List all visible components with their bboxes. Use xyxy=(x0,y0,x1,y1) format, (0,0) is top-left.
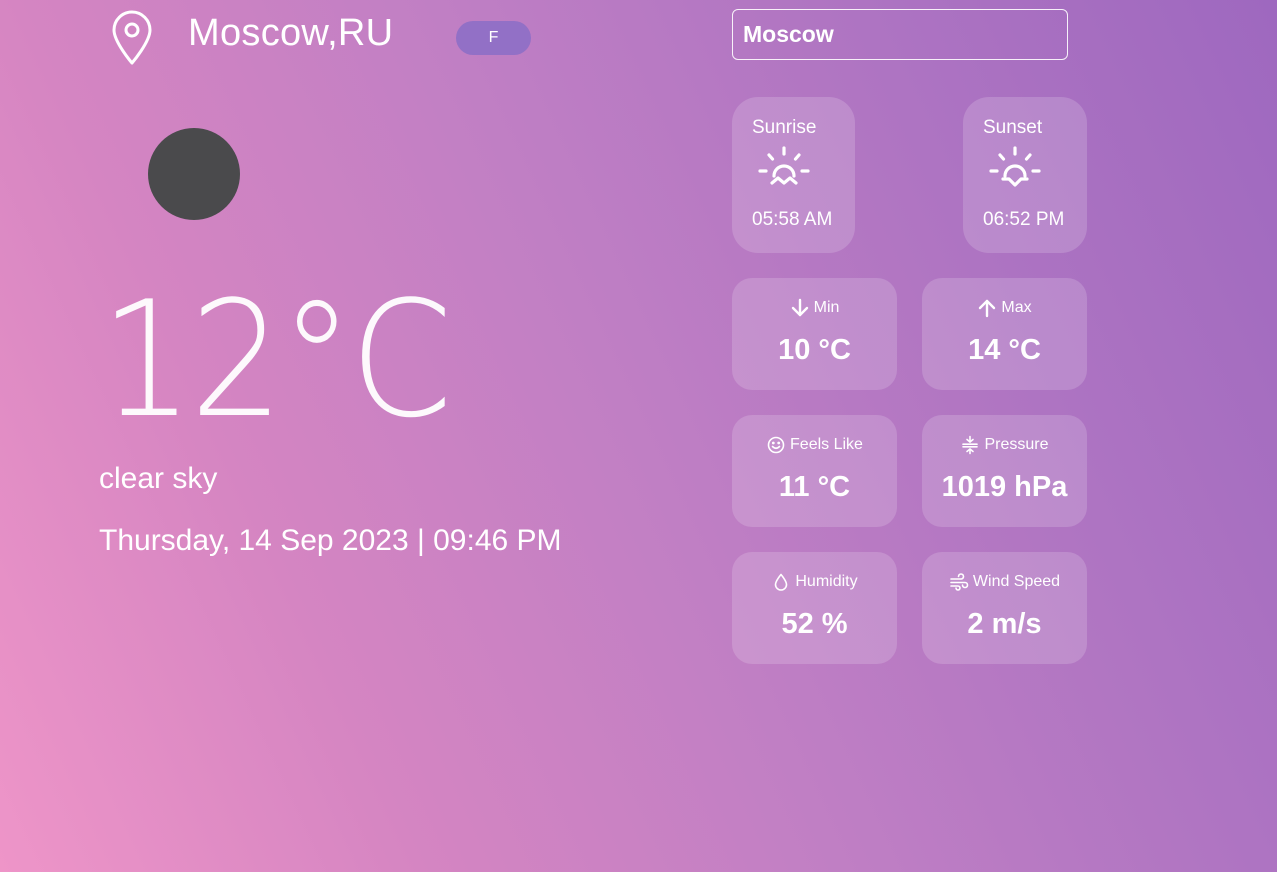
arrow-up-icon xyxy=(979,299,996,318)
sunset-label: Sunset xyxy=(983,117,1043,138)
pressure-card: Pressure 1019 hPa xyxy=(922,415,1087,527)
arrow-down-icon xyxy=(791,298,808,317)
min-temp-value: 10 °C xyxy=(778,334,851,366)
feels-like-card: Feels Like 11 °C xyxy=(732,415,897,527)
city-search-input[interactable] xyxy=(732,9,1068,60)
pressure-label: Pressure xyxy=(984,436,1049,453)
weather-icon xyxy=(148,128,240,220)
max-temp-label: Max xyxy=(1001,299,1032,316)
min-temp-label: Min xyxy=(813,299,840,316)
sunrise-time: 05:58 AM xyxy=(752,209,833,230)
humidity-card: Humidity 52 % xyxy=(732,552,897,664)
city-name: Moscow,RU xyxy=(188,12,394,54)
unit-toggle-button[interactable]: F xyxy=(456,21,531,55)
wind-speed-value: 2 m/s xyxy=(967,608,1042,640)
wind-icon xyxy=(950,573,969,591)
sunset-time: 06:52 PM xyxy=(983,209,1065,230)
feels-like-label: Feels Like xyxy=(790,436,863,453)
sunrise-icon xyxy=(756,145,812,193)
wind-speed-card: Wind Speed 2 m/s xyxy=(922,552,1087,664)
current-temperature: 12°C xyxy=(100,266,453,453)
min-temp-card: Min 10 °C xyxy=(732,278,897,390)
smiley-icon xyxy=(767,436,785,454)
map-pin-icon xyxy=(108,10,156,66)
wind-speed-label: Wind Speed xyxy=(972,573,1061,590)
water-drop-icon xyxy=(775,573,788,591)
sunrise-label: Sunrise xyxy=(752,117,817,138)
humidity-label: Humidity xyxy=(795,573,858,590)
humidity-value: 52 % xyxy=(781,608,848,640)
max-temp-value: 14 °C xyxy=(968,334,1041,366)
weather-description: clear sky xyxy=(99,462,218,495)
sunset-icon xyxy=(987,145,1043,193)
feels-like-value: 11 °C xyxy=(778,471,851,503)
max-temp-card: Max 14 °C xyxy=(922,278,1087,390)
sunset-card: Sunset 06:52 PM xyxy=(963,97,1087,253)
pressure-value: 1019 hPa xyxy=(941,471,1068,503)
current-datetime: Thursday, 14 Sep 2023 | 09:46 PM xyxy=(99,524,562,557)
compress-icon xyxy=(962,435,979,455)
sunrise-card: Sunrise 05:58 AM xyxy=(732,97,855,253)
